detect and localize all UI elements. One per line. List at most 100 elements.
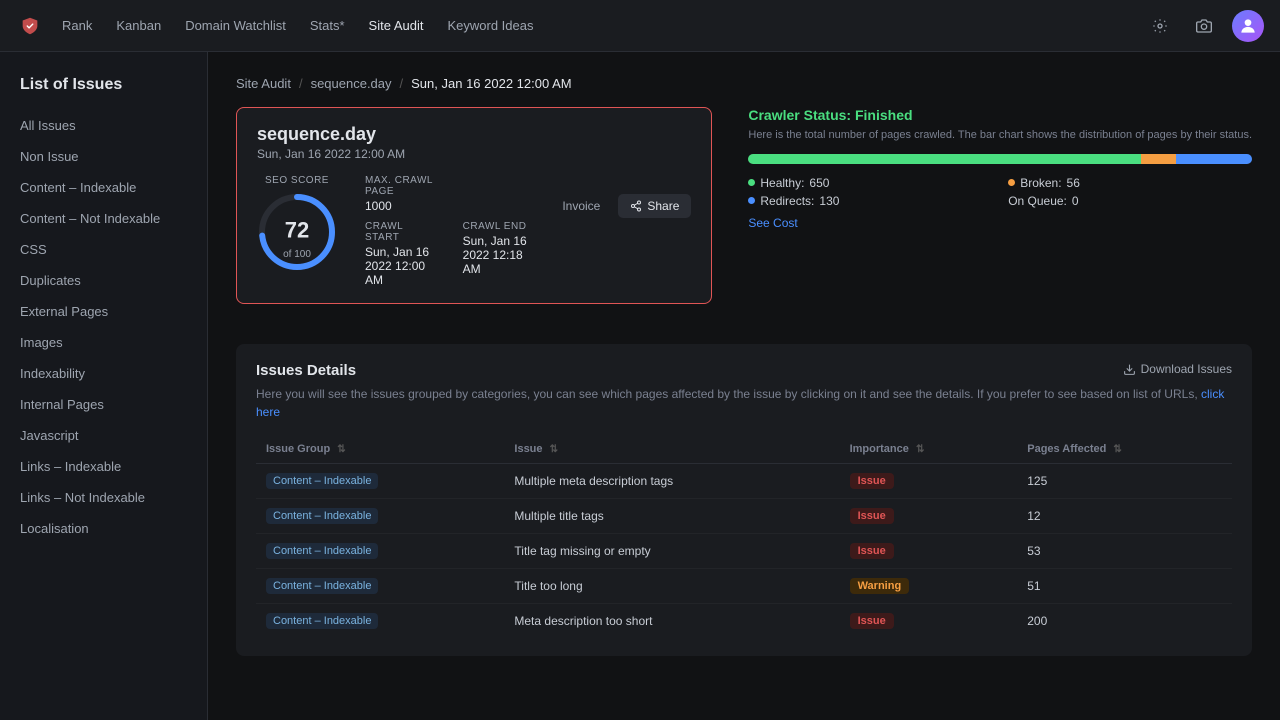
table-header: Issue Group ⇅ Issue ⇅ Importance ⇅ Pag xyxy=(256,435,1232,464)
sidebar-item-css[interactable]: CSS xyxy=(0,234,207,265)
see-cost-link[interactable]: See Cost xyxy=(748,216,797,230)
cell-issue-1: Multiple title tags xyxy=(504,499,839,534)
crawler-status-value: Finished xyxy=(855,107,913,123)
sort-issue-icon[interactable]: ⇅ xyxy=(550,444,558,455)
broken-count: 56 xyxy=(1067,176,1080,190)
sidebar-item-content-indexable[interactable]: Content – Indexable xyxy=(0,172,207,203)
download-issues-button[interactable]: Download Issues xyxy=(1123,362,1232,376)
col-issue: Issue ⇅ xyxy=(504,435,839,464)
sidebar-item-internal-pages[interactable]: Internal Pages xyxy=(0,389,207,420)
sidebar-item-duplicates[interactable]: Duplicates xyxy=(0,265,207,296)
topbar-right xyxy=(1144,10,1264,42)
breadcrumb-current: Sun, Jan 16 2022 12:00 AM xyxy=(411,76,571,91)
score-number: 72 xyxy=(285,218,309,244)
sidebar-item-external-pages[interactable]: External Pages xyxy=(0,296,207,327)
issues-table: Issue Group ⇅ Issue ⇅ Importance ⇅ Pag xyxy=(256,435,1232,638)
cell-issue-2: Title tag missing or empty xyxy=(504,534,839,569)
redirects-label: Redirects: xyxy=(760,194,814,208)
pb-healthy xyxy=(748,154,1141,164)
cell-importance-0: Issue xyxy=(840,464,1018,499)
pb-broken xyxy=(1141,154,1176,164)
cell-pages-2: 53 xyxy=(1017,534,1232,569)
sidebar-item-images[interactable]: Images xyxy=(0,327,207,358)
score-ring-container: SEO SCORE 72 of 100 xyxy=(257,175,337,272)
camera-button[interactable] xyxy=(1188,10,1220,42)
issues-title: Issues Details xyxy=(256,362,356,379)
group-badge-2: Content – Indexable xyxy=(266,543,378,559)
cell-pages-1: 12 xyxy=(1017,499,1232,534)
table-row[interactable]: Content – Indexable Title too long Warni… xyxy=(256,569,1232,604)
sidebar-item-all-issues[interactable]: All Issues xyxy=(0,110,207,141)
nav-site-audit[interactable]: Site Audit xyxy=(367,14,426,37)
user-avatar[interactable] xyxy=(1232,10,1264,42)
nav-stats[interactable]: Stats* xyxy=(308,14,347,37)
crawl-end-label: CRAWL END xyxy=(463,221,533,232)
pb-redirect xyxy=(1176,154,1252,164)
sidebar-item-javascript[interactable]: Javascript xyxy=(0,420,207,451)
nav-rank[interactable]: Rank xyxy=(60,14,94,37)
nav-keyword-ideas[interactable]: Keyword Ideas xyxy=(445,14,535,37)
breadcrumb-sep1: / xyxy=(299,76,303,91)
sort-importance-icon[interactable]: ⇅ xyxy=(916,444,924,455)
crawler-status-section: Crawler Status: Finished Here is the tot… xyxy=(748,107,1252,324)
importance-badge-3: Warning xyxy=(850,578,910,594)
sidebar: List of Issues All Issues Non Issue Cont… xyxy=(0,52,208,720)
importance-badge-4: Issue xyxy=(850,613,894,629)
issues-header: Issues Details Download Issues xyxy=(256,362,1232,379)
sidebar-item-content-not-indexable[interactable]: Content – Not Indexable xyxy=(0,203,207,234)
sidebar-title: List of Issues xyxy=(0,76,207,110)
cell-importance-1: Issue xyxy=(840,499,1018,534)
audit-card-left: sequence.day Sun, Jan 16 2022 12:00 AM S… xyxy=(257,124,532,287)
table-row[interactable]: Content – Indexable Multiple meta descri… xyxy=(256,464,1232,499)
cell-group-0: Content – Indexable xyxy=(256,464,504,499)
crawl-end-value: Sun, Jan 16 2022 12:18 AM xyxy=(463,234,533,276)
audit-date: Sun, Jan 16 2022 12:00 AM xyxy=(257,147,532,161)
audit-domain: sequence.day xyxy=(257,124,532,145)
table-row[interactable]: Content – Indexable Meta description too… xyxy=(256,604,1232,639)
table-row[interactable]: Content – Indexable Multiple title tags … xyxy=(256,499,1232,534)
crawler-progress-bar xyxy=(748,154,1252,164)
cell-issue-3: Title too long xyxy=(504,569,839,604)
sidebar-item-links-indexable[interactable]: Links – Indexable xyxy=(0,451,207,482)
table-row[interactable]: Content – Indexable Title tag missing or… xyxy=(256,534,1232,569)
healthy-count: 650 xyxy=(809,176,829,190)
sort-pages-icon[interactable]: ⇅ xyxy=(1113,444,1121,455)
sort-issue-group-icon[interactable]: ⇅ xyxy=(337,444,345,455)
invoice-button[interactable]: Invoice xyxy=(552,194,610,218)
sidebar-item-indexability[interactable]: Indexability xyxy=(0,358,207,389)
cell-pages-0: 125 xyxy=(1017,464,1232,499)
importance-badge-2: Issue xyxy=(850,543,894,559)
issues-section: Issues Details Download Issues Here you … xyxy=(236,344,1252,656)
sidebar-item-links-not-indexable[interactable]: Links – Not Indexable xyxy=(0,482,207,513)
cell-pages-4: 200 xyxy=(1017,604,1232,639)
settings-button[interactable] xyxy=(1144,10,1176,42)
breadcrumb-domain[interactable]: sequence.day xyxy=(311,76,392,91)
breadcrumb-sep2: / xyxy=(400,76,404,91)
crawl-end-item: CRAWL END Sun, Jan 16 2022 12:18 AM xyxy=(463,221,533,287)
app-logo[interactable] xyxy=(16,12,44,40)
broken-label: Broken: xyxy=(1020,176,1061,190)
col-pages-affected: Pages Affected ⇅ xyxy=(1017,435,1232,464)
main-nav: Rank Kanban Domain Watchlist Stats* Site… xyxy=(60,14,535,37)
cell-group-4: Content – Indexable xyxy=(256,604,504,639)
nav-kanban[interactable]: Kanban xyxy=(114,14,163,37)
sidebar-item-non-issue[interactable]: Non Issue xyxy=(0,141,207,172)
max-crawl-value: 1000 xyxy=(365,199,435,213)
max-crawl-item: MAX. CRAWL PAGE 1000 xyxy=(365,175,435,213)
crawl-start-item: CRAWL START Sun, Jan 16 2022 12:00 AM xyxy=(365,221,435,287)
nav-domain-watchlist[interactable]: Domain Watchlist xyxy=(183,14,288,37)
audit-card: sequence.day Sun, Jan 16 2022 12:00 AM S… xyxy=(236,107,712,304)
cell-pages-3: 51 xyxy=(1017,569,1232,604)
share-button[interactable]: Share xyxy=(618,194,691,218)
cell-group-3: Content – Indexable xyxy=(256,569,504,604)
group-badge-1: Content – Indexable xyxy=(266,508,378,524)
audit-details: MAX. CRAWL PAGE 1000 CRAWL START Sun, Ja… xyxy=(365,175,532,287)
share-label: Share xyxy=(647,199,679,213)
importance-badge-1: Issue xyxy=(850,508,894,524)
issues-description: Here you will see the issues grouped by … xyxy=(256,385,1232,421)
on-queue-count: 0 xyxy=(1072,194,1079,208)
cell-importance-2: Issue xyxy=(840,534,1018,569)
breadcrumb-site-audit[interactable]: Site Audit xyxy=(236,76,291,91)
sidebar-item-localisation[interactable]: Localisation xyxy=(0,513,207,544)
dot-healthy xyxy=(748,179,755,186)
